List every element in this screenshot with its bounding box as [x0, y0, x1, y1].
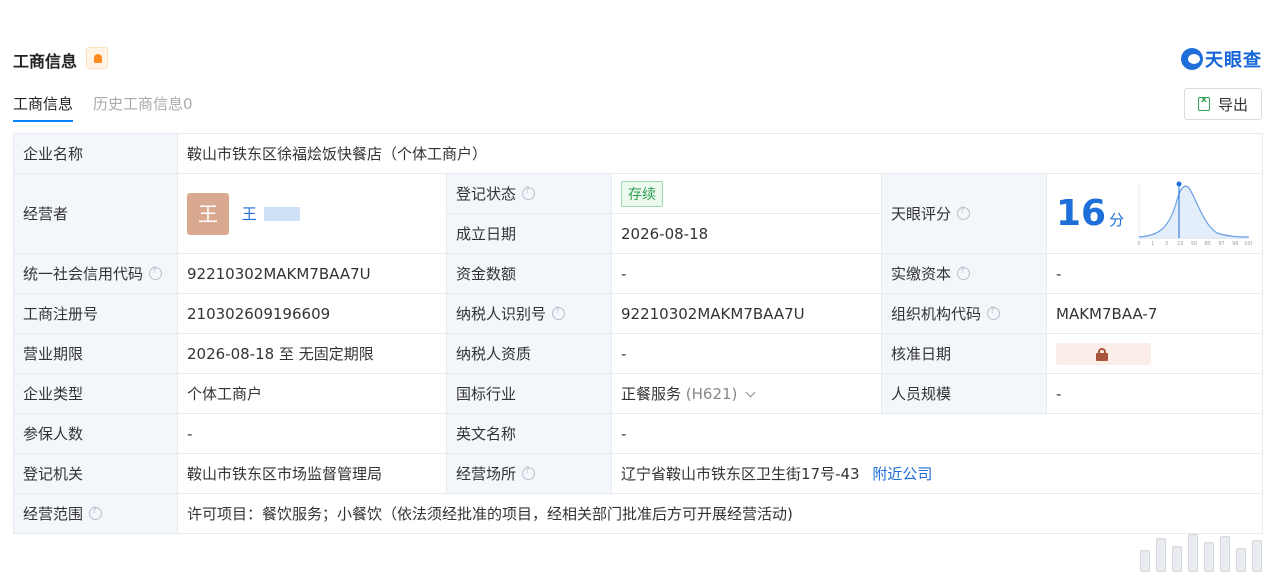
chart-tick-label: 0: [1137, 241, 1140, 247]
avatar[interactable]: 王: [187, 192, 229, 235]
export-button[interactable]: 导出: [1184, 88, 1262, 120]
term-label: 营业期限: [13, 333, 178, 374]
taxpayer-id: 92210302MAKM7BAA7U: [611, 293, 882, 334]
company-type-label: 企业类型: [13, 373, 178, 414]
help-icon[interactable]: [522, 186, 536, 200]
industry: 正餐服务: [621, 385, 682, 403]
established-date: 2026-08-18: [611, 213, 882, 254]
chart-tick-label: 85: [1205, 241, 1211, 247]
approval-date-cell: [1045, 333, 1264, 374]
industry-cell[interactable]: 正餐服务 (H621): [611, 373, 882, 414]
operator-cell: 王 王: [177, 173, 447, 254]
score-label-cell: 天眼评分: [881, 173, 1047, 254]
credit-code: 92210302MAKM7BAA7U: [177, 253, 447, 294]
help-icon[interactable]: [149, 266, 163, 280]
reg-no-label: 工商注册号: [13, 293, 178, 334]
score-distribution-chart: 0 1 3 15 50 85 97 99 100: [1137, 181, 1252, 247]
org-code-label-cell: 组织机构代码: [881, 293, 1047, 334]
authority: 鞍山市铁东区市场监督管理局: [177, 453, 447, 494]
help-icon[interactable]: [89, 506, 103, 520]
score-cell[interactable]: 16分 0 1 3 15 50 85 97 99 100: [1045, 173, 1264, 254]
reg-status-label: 登记状态: [456, 185, 517, 203]
credit-code-label-cell: 统一社会信用代码: [13, 253, 178, 294]
help-icon[interactable]: [957, 266, 971, 280]
staff-size-label: 人员规模: [881, 373, 1047, 414]
chart-tick-label: 97: [1218, 241, 1224, 247]
help-icon[interactable]: [522, 466, 536, 480]
address-cell: 辽宁省鞍山市铁东区卫生街17号-43 附近公司: [610, 453, 1264, 494]
reg-no: 210302609196609: [177, 293, 447, 334]
lock-icon: [1096, 347, 1108, 361]
reg-status-label-cell: 登记状态: [446, 173, 612, 214]
tab-history-business-info[interactable]: 历史工商信息0: [93, 93, 193, 114]
industry-label: 国标行业: [446, 373, 612, 414]
insured-label: 参保人数: [13, 413, 178, 454]
score-value: 16 分: [1056, 193, 1124, 234]
business-info-table: 企业名称 鞍山市铁东区徐福烩饭快餐店（个体工商户） 经营者 王 王 登记状态 存…: [13, 133, 1264, 534]
status-badge: 存续: [621, 180, 663, 207]
insured: -: [177, 413, 447, 454]
chart-tick-label: 15: [1177, 241, 1183, 247]
help-icon[interactable]: [957, 206, 971, 220]
company-name-label: 企业名称: [13, 133, 178, 174]
taxpayer-id-label-cell: 纳税人识别号: [446, 293, 612, 334]
paid-capital: -: [1045, 253, 1264, 294]
locked-value[interactable]: [1056, 342, 1151, 365]
export-label: 导出: [1217, 95, 1248, 114]
approval-date-label: 核准日期: [881, 333, 1047, 374]
brand-logo: 天眼查: [1181, 46, 1262, 72]
taxpayer-qual-label: 纳税人资质: [446, 333, 612, 374]
score-unit: 分: [1109, 211, 1125, 229]
taxpayer-qual: -: [611, 333, 882, 374]
bell-icon[interactable]: [86, 47, 108, 69]
english-name-label: 英文名称: [446, 413, 612, 454]
operator-name-blur: [263, 206, 300, 221]
reg-status-cell: 存续: [611, 173, 882, 214]
scope-label: 经营范围: [23, 505, 84, 523]
capital-label: 资金数额: [446, 253, 612, 294]
distribution-area: [1139, 186, 1249, 238]
chevron-down-icon[interactable]: [745, 387, 756, 398]
credit-code-label: 统一社会信用代码: [23, 265, 144, 283]
address: 辽宁省鞍山市铁东区卫生街17号-43: [621, 465, 860, 483]
chart-tick-label: 100: [1244, 241, 1252, 247]
authority-label: 登记机关: [13, 453, 178, 494]
chart-tick-label: 99: [1232, 241, 1238, 247]
org-code-label: 组织机构代码: [891, 305, 982, 323]
chart-tick-label: 3: [1165, 241, 1168, 247]
english-name: -: [610, 413, 1264, 454]
scope-label-cell: 经营范围: [13, 493, 178, 534]
capital: -: [611, 253, 882, 294]
chart-tick-label: 1: [1151, 241, 1154, 247]
address-label: 经营场所: [456, 465, 517, 483]
section-title: 工商信息: [13, 52, 78, 71]
established-label: 成立日期: [446, 213, 612, 254]
company-name: 鞍山市铁东区徐福烩饭快餐店（个体工商户）: [176, 133, 1264, 174]
score-marker-dot: [1176, 181, 1182, 187]
operator-name-link[interactable]: 王: [242, 205, 257, 223]
chart-tick-label: 50: [1191, 241, 1197, 247]
paid-capital-label-cell: 实缴资本: [881, 253, 1047, 294]
help-icon[interactable]: [987, 306, 1001, 320]
operator-label: 经营者: [13, 173, 178, 254]
nearby-companies-link[interactable]: 附近公司: [872, 465, 932, 483]
score-number: 16: [1056, 193, 1107, 234]
chart-ticks: 0 1 3 15 50 85 97 99 100: [1137, 241, 1252, 247]
taxpayer-id-label: 纳税人识别号: [456, 305, 547, 323]
org-code: MAKM7BAA-7: [1045, 293, 1264, 334]
address-label-cell: 经营场所: [446, 453, 612, 494]
tianyancha-logo-icon: [1181, 48, 1203, 70]
term: 2026-08-18 至 无固定期限: [177, 333, 447, 374]
excel-icon: [1197, 95, 1210, 111]
watermark: [1140, 530, 1262, 572]
tab-business-info[interactable]: 工商信息: [13, 93, 74, 122]
score-label: 天眼评分: [891, 205, 952, 223]
paid-capital-label: 实缴资本: [891, 265, 952, 283]
staff-size: -: [1045, 373, 1264, 414]
company-type: 个体工商户: [177, 373, 447, 414]
help-icon[interactable]: [552, 306, 566, 320]
industry-code: (H621): [685, 385, 738, 403]
business-scope: 许可项目：餐饮服务；小餐饮（依法须经批准的项目，经相关部门批准后方可开展经营活动…: [176, 493, 1264, 534]
brand-name: 天眼查: [1205, 50, 1262, 71]
